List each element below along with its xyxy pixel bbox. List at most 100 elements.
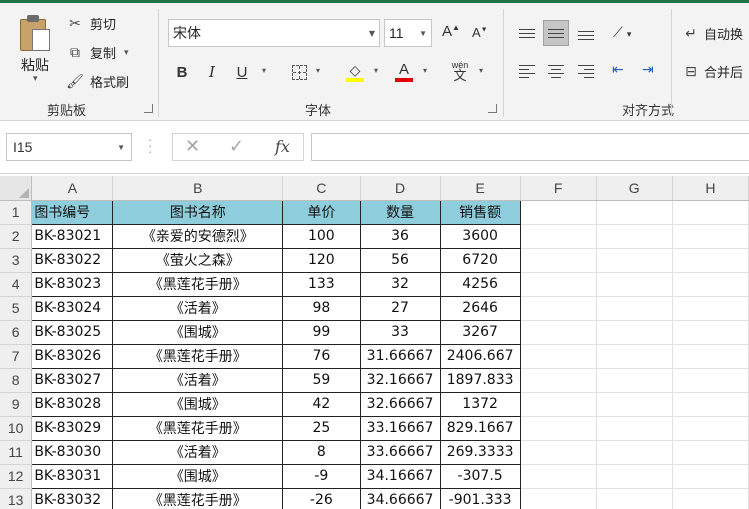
cell-g3[interactable]	[596, 248, 673, 273]
row-header[interactable]: 13	[0, 488, 33, 509]
phonetic-guide-button[interactable]: wén 文	[449, 61, 471, 84]
column-header-b[interactable]: B	[112, 176, 284, 201]
select-all-button[interactable]	[0, 176, 33, 201]
cell-c3[interactable]: 120	[282, 247, 361, 273]
cell-b8[interactable]: 《活着》	[112, 367, 284, 393]
cell-h12[interactable]	[672, 464, 749, 489]
italic-button[interactable]: I	[201, 61, 223, 83]
wrap-text-button[interactable]: ↵ 自动换	[682, 22, 743, 44]
copy-dropdown-icon[interactable]: ▾	[124, 47, 129, 58]
cell-h7[interactable]	[672, 344, 749, 369]
insert-function-icon[interactable]: fx	[275, 137, 290, 156]
cell-g13[interactable]	[596, 488, 673, 509]
cell-c6[interactable]: 99	[282, 319, 361, 345]
decrease-indent-button[interactable]: ⇤	[612, 61, 624, 78]
cell-d13[interactable]: 34.66667	[359, 487, 441, 509]
cell-e13[interactable]: -901.333	[439, 487, 521, 509]
cell-g7[interactable]	[596, 344, 673, 369]
name-box[interactable]: I15 ▼	[6, 133, 132, 161]
cell-a6[interactable]: BK-83025	[31, 319, 114, 345]
cell-c8[interactable]: 59	[282, 367, 361, 393]
align-middle-button[interactable]	[543, 20, 569, 46]
cell-b10[interactable]: 《黑莲花手册》	[112, 415, 284, 441]
cell-e4[interactable]: 4256	[439, 271, 521, 297]
cell-c12[interactable]: -9	[282, 463, 361, 489]
cell-g10[interactable]	[596, 416, 673, 441]
cell-d7[interactable]: 31.66667	[359, 343, 441, 369]
cell-g2[interactable]	[596, 224, 673, 249]
cell-h6[interactable]	[672, 320, 749, 345]
cell-e8[interactable]: 1897.833	[439, 367, 521, 393]
cell-e9[interactable]: 1372	[439, 391, 521, 417]
cell-a2[interactable]: BK-83021	[31, 223, 114, 249]
cell-h2[interactable]	[672, 224, 749, 249]
cell-g9[interactable]	[596, 392, 673, 417]
font-color-dropdown-icon[interactable]: ▾	[423, 66, 427, 75]
font-launcher-icon[interactable]	[488, 104, 497, 113]
paste-dropdown-icon[interactable]: ▾	[33, 73, 38, 84]
cell-h8[interactable]	[672, 368, 749, 393]
cell-d2[interactable]: 36	[359, 223, 441, 249]
cell-f1[interactable]	[520, 200, 597, 225]
increase-indent-button[interactable]: ⇥	[642, 61, 654, 78]
cell-a4[interactable]: BK-83023	[31, 271, 114, 297]
row-header[interactable]: 12	[0, 464, 33, 489]
column-header-a[interactable]: A	[31, 176, 114, 201]
row-header[interactable]: 11	[0, 440, 33, 465]
cell-d9[interactable]: 32.66667	[359, 391, 441, 417]
cell-a12[interactable]: BK-83031	[31, 463, 114, 489]
cell-f2[interactable]	[520, 224, 597, 249]
font-color-button[interactable]: A	[393, 61, 415, 83]
cell-h10[interactable]	[672, 416, 749, 441]
cell-g8[interactable]	[596, 368, 673, 393]
cell-g6[interactable]	[596, 320, 673, 345]
fill-color-dropdown-icon[interactable]: ▾	[374, 66, 378, 75]
cell-c13[interactable]: -26	[282, 487, 361, 509]
cell-c5[interactable]: 98	[282, 295, 361, 321]
underline-button[interactable]: U	[231, 61, 253, 83]
cell-c1[interactable]: 单价	[282, 199, 361, 225]
align-center-button[interactable]	[543, 58, 569, 84]
cell-b3[interactable]: 《萤火之森》	[112, 247, 284, 273]
cell-g11[interactable]	[596, 440, 673, 465]
cell-b7[interactable]: 《黑莲花手册》	[112, 343, 284, 369]
cell-e10[interactable]: 829.1667	[439, 415, 521, 441]
column-header-e[interactable]: E	[440, 176, 521, 201]
cell-d1[interactable]: 数量	[359, 199, 441, 225]
cell-a9[interactable]: BK-83028	[31, 391, 114, 417]
merge-center-button[interactable]: ⊟ 合并后	[682, 60, 743, 82]
cell-e2[interactable]: 3600	[439, 223, 521, 249]
formula-input[interactable]	[311, 133, 749, 161]
column-header-f[interactable]: F	[520, 176, 597, 201]
cell-f12[interactable]	[520, 464, 597, 489]
borders-button[interactable]	[288, 61, 310, 83]
align-left-button[interactable]	[514, 58, 540, 84]
row-header[interactable]: 4	[0, 272, 33, 297]
cell-e12[interactable]: -307.5	[439, 463, 521, 489]
cell-a1[interactable]: 图书编号	[31, 199, 114, 225]
cell-f8[interactable]	[520, 368, 597, 393]
cell-f4[interactable]	[520, 272, 597, 297]
row-header[interactable]: 9	[0, 392, 33, 417]
column-header-d[interactable]: D	[360, 176, 441, 201]
cell-e6[interactable]: 3267	[439, 319, 521, 345]
cell-d5[interactable]: 27	[359, 295, 441, 321]
cell-d3[interactable]: 56	[359, 247, 441, 273]
row-header[interactable]: 6	[0, 320, 33, 345]
cell-f6[interactable]	[520, 320, 597, 345]
cell-h13[interactable]	[672, 488, 749, 509]
cell-f9[interactable]	[520, 392, 597, 417]
cell-a5[interactable]: BK-83024	[31, 295, 114, 321]
cell-d10[interactable]: 33.16667	[359, 415, 441, 441]
cell-b2[interactable]: 《亲爱的安德烈》	[112, 223, 284, 249]
cell-e7[interactable]: 2406.667	[439, 343, 521, 369]
grow-font-button[interactable]: A▲	[442, 23, 460, 40]
cell-b9[interactable]: 《围城》	[112, 391, 284, 417]
cell-a7[interactable]: BK-83026	[31, 343, 114, 369]
cell-h4[interactable]	[672, 272, 749, 297]
cell-g5[interactable]	[596, 296, 673, 321]
cell-f3[interactable]	[520, 248, 597, 273]
cell-f11[interactable]	[520, 440, 597, 465]
cell-e1[interactable]: 销售额	[439, 199, 521, 225]
row-header[interactable]: 1	[0, 200, 33, 225]
